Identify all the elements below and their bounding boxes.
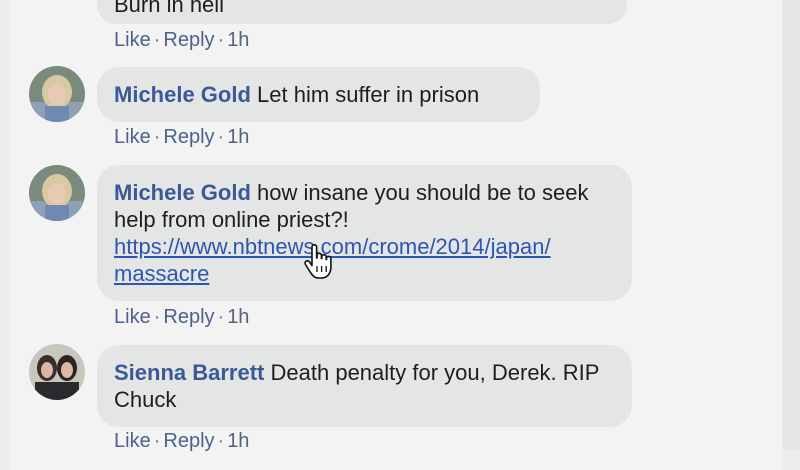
comment-author[interactable]: Michele Gold [114,82,251,107]
comment-actions: Like · Reply · 1h [114,126,250,148]
comment-time: 1h [227,430,250,452]
avatar[interactable] [29,344,85,400]
comment-bubble: Michele Gold Let him suffer in prison [97,67,540,122]
like-button[interactable]: Like [114,126,151,148]
avatar-photo [29,344,85,400]
comment-time: 1h [227,126,250,148]
hand-pointer-icon [303,244,337,285]
comment-time: 1h [227,306,250,328]
comment-bubble: Sienna Barrett Death penalty for you, De… [97,345,632,427]
reply-button[interactable]: Reply [163,126,214,148]
comment-text: Burn in hell [114,0,225,17]
comment-bubble-partial: Burn in hell [97,0,627,24]
comment-bubble: Michele Gold how insane you should be to… [97,165,632,301]
avatar-photo [29,165,85,221]
like-button[interactable]: Like [114,29,151,51]
page-edge [782,0,800,450]
comment-time: 1h [227,29,250,51]
like-button[interactable]: Like [114,430,151,452]
reply-button[interactable]: Reply [163,430,214,452]
avatar[interactable] [29,165,85,221]
comment-actions: Like · Reply · 1h [114,306,250,328]
comment-link-continued[interactable]: massacre [114,261,209,286]
comment-author[interactable]: Michele Gold [114,180,251,205]
reply-button[interactable]: Reply [163,29,214,51]
comment-text: Let him suffer in prison [257,82,480,107]
avatar-photo [29,66,85,122]
reply-button[interactable]: Reply [163,306,214,328]
comment-author[interactable]: Sienna Barrett [114,360,264,385]
avatar[interactable] [29,66,85,122]
like-button[interactable]: Like [114,306,151,328]
comment-actions-partial: Like · Reply · 1h [114,29,250,51]
